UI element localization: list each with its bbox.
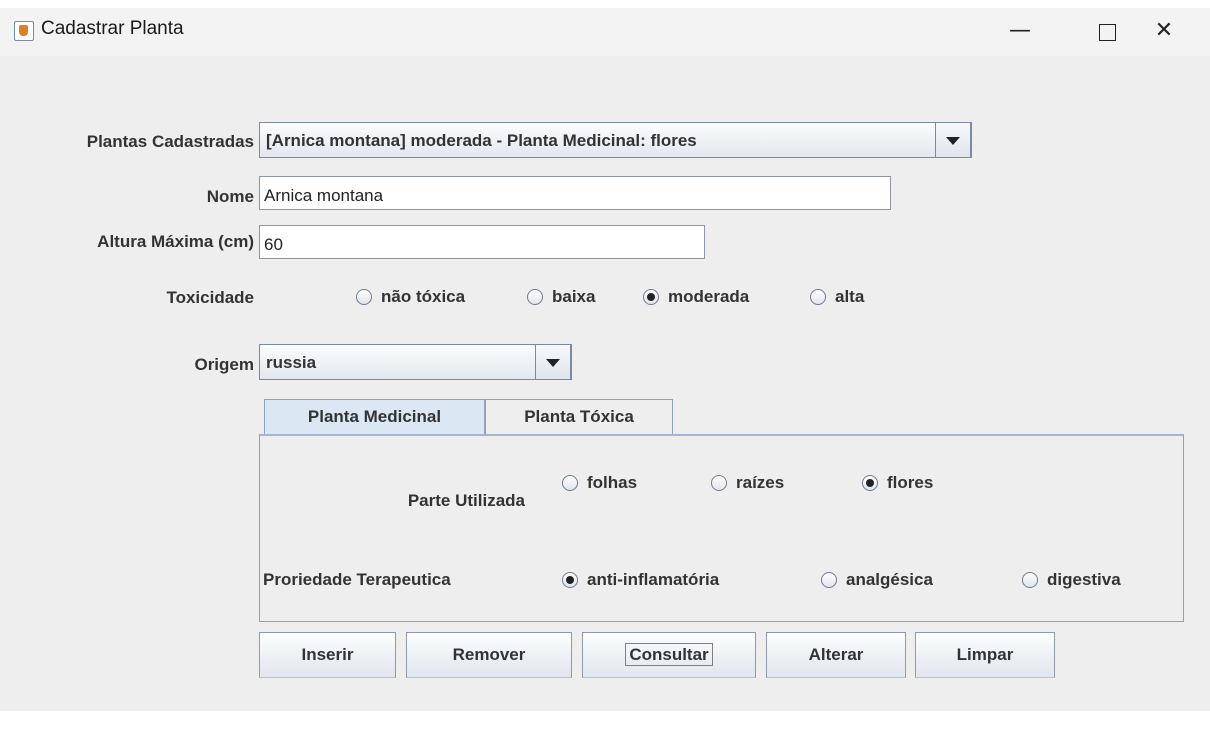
altura-field[interactable] — [259, 225, 705, 259]
radio-label: digestiva — [1047, 570, 1121, 589]
radio-indicator-selected — [562, 572, 578, 588]
radio-label: anti-inflamatória — [587, 570, 720, 589]
chevron-down-icon[interactable] — [535, 344, 571, 380]
radio-label: moderada — [668, 287, 750, 306]
radio-nao-toxica[interactable]: não tóxica — [356, 287, 465, 307]
radio-indicator-selected — [643, 289, 659, 305]
radio-label: baixa — [552, 287, 596, 306]
button-label: Limpar — [956, 645, 1014, 664]
radio-anti-inflamatoria[interactable]: anti-inflamatória — [562, 570, 719, 590]
java-app-icon — [14, 21, 34, 41]
altura-label: Altura Máxima (cm) — [97, 232, 254, 251]
remover-button[interactable]: Remover — [406, 632, 572, 678]
tab-planta-medicinal[interactable]: Planta Medicinal — [264, 399, 485, 435]
parte-utilizada-label: Parte Utilizada — [407, 491, 525, 510]
radio-digestiva[interactable]: digestiva — [1022, 570, 1121, 590]
radio-indicator — [527, 289, 543, 305]
radio-folhas[interactable]: folhas — [562, 473, 637, 493]
maximize-icon — [1099, 24, 1116, 41]
button-label: Inserir — [301, 645, 354, 664]
maximize-button[interactable] — [1077, 16, 1137, 48]
window-title: Cadastrar Planta — [41, 18, 184, 39]
button-label: Consultar — [625, 643, 713, 666]
origem-value: russia — [266, 353, 317, 372]
radio-label: raízes — [736, 473, 785, 492]
button-label: Alterar — [808, 645, 864, 664]
chevron-down-icon[interactable] — [935, 122, 971, 158]
radio-indicator — [356, 289, 372, 305]
radio-indicator — [1022, 572, 1038, 588]
radio-indicator — [810, 289, 826, 305]
radio-indicator — [821, 572, 837, 588]
radio-label: não tóxica — [381, 287, 466, 306]
tab-planta-toxica[interactable]: Planta Tóxica — [485, 399, 673, 435]
plantas-cadastradas-value: [Arnica montana] moderada - Planta Medic… — [266, 131, 697, 150]
alterar-button[interactable]: Alterar — [766, 632, 906, 678]
radio-alta[interactable]: alta — [810, 287, 864, 307]
title-bar: Cadastrar Planta — ✕ — [0, 8, 1210, 56]
origem-label: Origem — [194, 355, 254, 374]
close-button[interactable]: ✕ — [1134, 16, 1194, 48]
nome-label: Nome — [206, 187, 254, 206]
origem-combo[interactable]: russia — [259, 344, 572, 380]
plantas-cadastradas-combo[interactable]: [Arnica montana] moderada - Planta Medic… — [259, 122, 972, 158]
radio-raizes[interactable]: raízes — [711, 473, 784, 493]
propriedade-terapeutica-label: Proriedade Terapeutica — [263, 570, 451, 589]
toxicidade-label: Toxicidade — [166, 288, 254, 307]
radio-label: alta — [835, 287, 865, 306]
limpar-button[interactable]: Limpar — [915, 632, 1055, 678]
inserir-button[interactable]: Inserir — [259, 632, 396, 678]
nome-field[interactable] — [259, 176, 891, 210]
tab-panel-planta-medicinal — [259, 434, 1184, 622]
button-label: Remover — [452, 645, 526, 664]
radio-label: folhas — [587, 473, 638, 492]
radio-baixa[interactable]: baixa — [527, 287, 595, 307]
radio-indicator — [562, 475, 578, 491]
nome-input[interactable] — [260, 177, 890, 209]
radio-flores[interactable]: flores — [862, 473, 933, 493]
radio-indicator — [711, 475, 727, 491]
plantas-cadastradas-label: Plantas Cadastradas — [86, 132, 254, 151]
consultar-button[interactable]: Consultar — [582, 632, 756, 678]
altura-input[interactable] — [260, 226, 704, 258]
minimize-button[interactable]: — — [990, 16, 1050, 48]
radio-label: flores — [887, 473, 934, 492]
radio-analgesica[interactable]: analgésica — [821, 570, 933, 590]
radio-label: analgésica — [846, 570, 933, 589]
radio-moderada[interactable]: moderada — [643, 287, 749, 307]
radio-indicator-selected — [862, 475, 878, 491]
